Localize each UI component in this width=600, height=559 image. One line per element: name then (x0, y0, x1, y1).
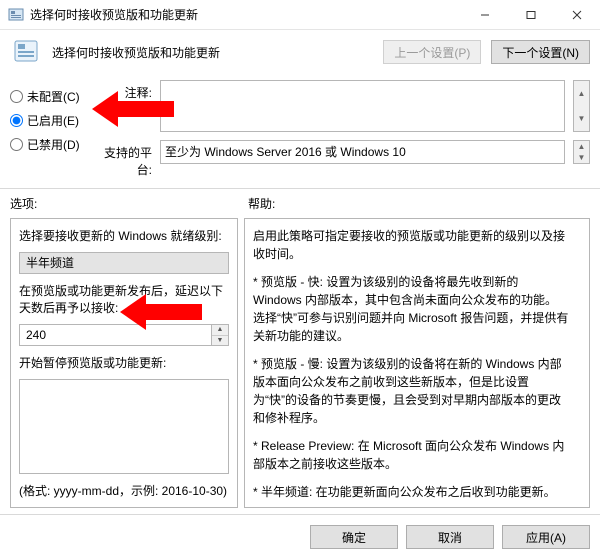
options-label: 选项: (10, 195, 238, 212)
spin-up-button[interactable]: ▲ (212, 325, 228, 336)
help-label: 帮助: (248, 195, 590, 212)
defer-days-input[interactable] (19, 324, 212, 346)
help-p4: * Release Preview: 在 Microsoft 面向公众发布 Wi… (253, 437, 569, 473)
comment-field[interactable] (160, 80, 565, 132)
comment-label: 注释: (92, 80, 152, 101)
prev-setting-button[interactable]: 上一个设置(P) (383, 40, 481, 64)
radio-unconfigured[interactable]: 未配置(C) (10, 84, 82, 108)
titlebar: 选择何时接收预览版和功能更新 (0, 0, 600, 30)
maximize-button[interactable] (508, 0, 554, 29)
help-p5: * 半年频道: 在功能更新面向公众发布之后收到功能更新。 (253, 483, 569, 501)
options-pane: 选择要接收更新的 Windows 就绪级别: 半年频道 在预览版或功能更新发布后… (10, 218, 238, 508)
ring-value[interactable]: 半年频道 (19, 252, 229, 274)
ring-label: 选择要接收更新的 Windows 就绪级别: (19, 227, 229, 244)
radio-disabled[interactable]: 已禁用(D) (10, 132, 82, 156)
platform-scrollbar[interactable]: ▲▼ (573, 140, 590, 164)
radio-unconfigured-label: 未配置(C) (27, 88, 80, 105)
config-area: 未配置(C) 已启用(E) 已禁用(D) 注释: ▲▼ 支持的平台: 至少为 W… (0, 76, 600, 189)
help-p1: 启用此策略可指定要接收的预览版或功能更新的级别以及接收时间。 (253, 227, 569, 263)
lower-area: 选择要接收更新的 Windows 就绪级别: 半年频道 在预览版或功能更新发布后… (0, 218, 600, 514)
minimize-button[interactable] (462, 0, 508, 29)
next-setting-button[interactable]: 下一个设置(N) (491, 40, 590, 64)
defer-label: 在预览版或功能更新发布后，延迟以下天数后再予以接收: (19, 282, 229, 316)
close-button[interactable] (554, 0, 600, 29)
radio-enabled[interactable]: 已启用(E) (10, 108, 82, 132)
apply-button[interactable]: 应用(A) (502, 525, 590, 549)
radio-disabled-label: 已禁用(D) (27, 136, 80, 153)
help-pane[interactable]: 启用此策略可指定要接收的预览版或功能更新的级别以及接收时间。 * 预览版 - 快… (244, 218, 590, 508)
mid-labels: 选项: 帮助: (0, 189, 600, 218)
platform-label: 支持的平台: (92, 140, 152, 178)
help-p2: * 预览版 - 快: 设置为该级别的设备将最先收到新的 Windows 内部版本… (253, 273, 569, 345)
help-p3: * 预览版 - 慢: 设置为该级别的设备将在新的 Windows 内部版本面向公… (253, 355, 569, 427)
header-caption: 选择何时接收预览版和功能更新 (52, 44, 373, 61)
comment-scrollbar[interactable]: ▲▼ (573, 80, 590, 132)
radio-enabled-input[interactable] (10, 114, 23, 127)
format-hint: (格式: yyyy-mm-dd，示例: 2016-10-30) (19, 482, 229, 499)
pause-date-input[interactable] (19, 379, 229, 474)
window-title: 选择何时接收预览版和功能更新 (30, 6, 462, 23)
policy-icon (10, 36, 42, 68)
spin-down-button[interactable]: ▼ (212, 336, 228, 346)
cancel-button[interactable]: 取消 (406, 525, 494, 549)
header-strip: 选择何时接收预览版和功能更新 上一个设置(P) 下一个设置(N) (0, 30, 600, 76)
footer: 确定 取消 应用(A) (0, 514, 600, 559)
radio-enabled-label: 已启用(E) (27, 112, 79, 129)
radio-unconfigured-input[interactable] (10, 90, 23, 103)
ok-button[interactable]: 确定 (310, 525, 398, 549)
policy-editor-icon (8, 7, 24, 23)
pause-label: 开始暂停预览版或功能更新: (19, 354, 229, 371)
radio-disabled-input[interactable] (10, 138, 23, 151)
platform-field: 至少为 Windows Server 2016 或 Windows 10 (160, 140, 565, 164)
